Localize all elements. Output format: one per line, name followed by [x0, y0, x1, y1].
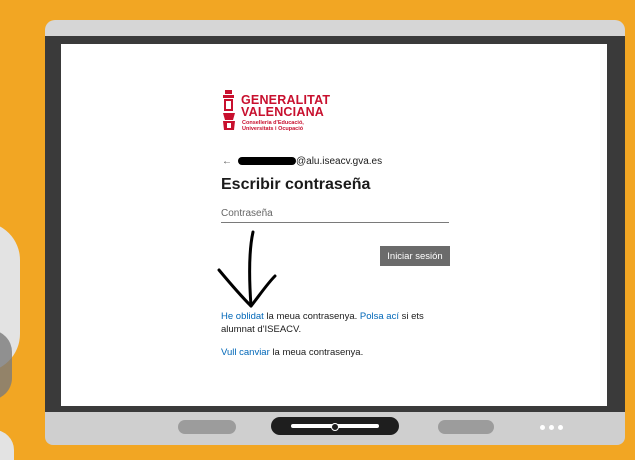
- logo-subtitle-line2: Universitats i Ocupació: [242, 126, 304, 132]
- more-dots-icon[interactable]: [540, 425, 564, 431]
- taskbar-pill: [178, 420, 236, 434]
- change-password-label: la meua contrasenya.: [269, 347, 364, 358]
- home-dot: [331, 423, 339, 431]
- taskbar-pill: [438, 420, 494, 434]
- login-screen: GENERALITAT VALENCIANA Conselleria d'Edu…: [61, 44, 607, 406]
- logo-title: GENERALITAT VALENCIANA: [241, 94, 330, 119]
- home-button[interactable]: [271, 417, 399, 435]
- redacted-username: [238, 157, 296, 165]
- email-suffix: @alu.iseacv.gva.es: [296, 155, 383, 167]
- forgot-password-label: la meua contrasenya.: [263, 311, 360, 322]
- forgot-password-text: He oblidat la meua contrasenya. Polsa ac…: [221, 310, 441, 336]
- password-input[interactable]: [221, 204, 449, 223]
- background-shape: [0, 430, 14, 460]
- back-arrow-icon[interactable]: ←: [222, 156, 232, 167]
- forgot-password-link[interactable]: He oblidat: [221, 311, 264, 322]
- change-password-link[interactable]: Vull canviar: [221, 347, 270, 358]
- hand-drawn-arrow-icon: [217, 230, 277, 308]
- logo-subtitle: Conselleria d'Educació, Universitats i O…: [242, 120, 304, 132]
- page-title: Escribir contraseña: [221, 176, 371, 193]
- generalitat-logo: GENERALITAT VALENCIANA Conselleria d'Edu…: [221, 90, 361, 144]
- change-password-text: Vull canviar la meua contrasenya.: [221, 347, 363, 358]
- logo-title-line2: VALENCIANA: [241, 105, 325, 119]
- account-row: ← @alu.iseacv.gva.es: [222, 154, 382, 168]
- tablet-taskbar: [45, 412, 625, 445]
- signin-button[interactable]: Iniciar sesión: [380, 246, 450, 266]
- logo-emblem-icon: [223, 90, 235, 130]
- click-here-link[interactable]: Polsa ací: [360, 311, 399, 322]
